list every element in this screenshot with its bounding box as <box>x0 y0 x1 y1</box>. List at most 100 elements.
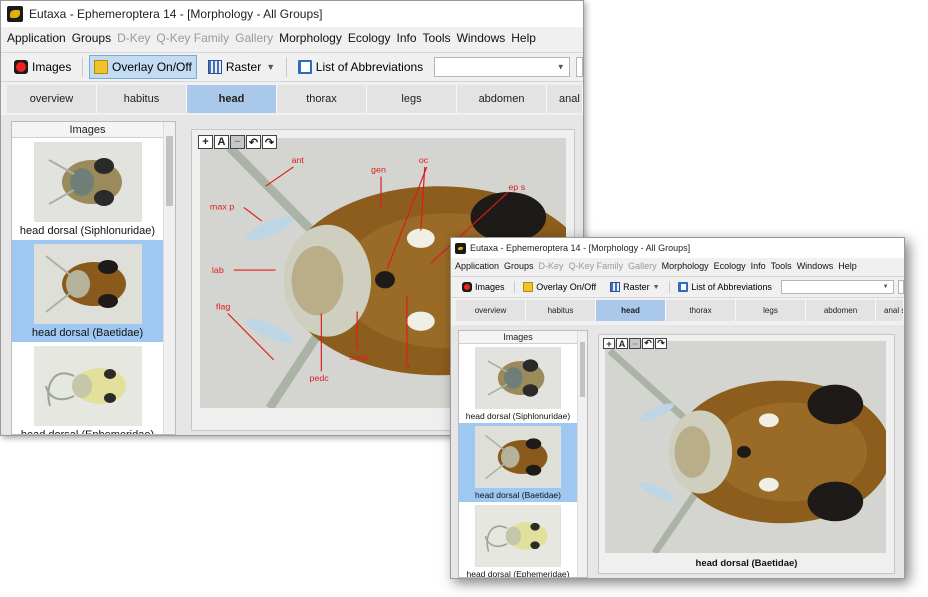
overlay-label-lab: lab <box>212 265 224 275</box>
abbreviations-button[interactable]: List of Abbreviations <box>673 278 777 295</box>
tab-overview[interactable]: overview <box>7 85 97 113</box>
tab-head[interactable]: head <box>187 85 277 113</box>
menu-windows[interactable]: Windows <box>797 261 834 271</box>
toolbar: Images Overlay On/Off Raster ▼ List of A… <box>451 276 904 298</box>
menu-application[interactable]: Application <box>455 261 499 271</box>
zoom-controls: + A − ↶ ↷ <box>198 135 277 149</box>
raster-grid-icon <box>207 59 222 74</box>
scrollbar-thumb[interactable] <box>166 136 173 206</box>
menu-groups[interactable]: Groups <box>72 31 111 45</box>
chevron-down-icon: ▼ <box>266 61 276 72</box>
scrollbar-thumb[interactable] <box>580 342 585 397</box>
head-dorsal-image <box>605 341 886 553</box>
title-bar: Eutaxa - Ephemeroptera 14 - [Morphology … <box>1 1 583 27</box>
chevron-down-icon: ▼ <box>556 62 565 72</box>
image-list-item-label: head dorsal (Baetidae) <box>31 327 144 339</box>
overlay-button-label: Overlay On/Off <box>112 59 192 74</box>
images-button[interactable]: Images <box>9 55 76 79</box>
images-button-label: Images <box>475 282 505 292</box>
raster-grid-icon <box>610 282 621 292</box>
zoom-out-button[interactable]: − <box>230 135 245 149</box>
overlay-label-fr: fr <box>405 362 411 372</box>
menu-info[interactable]: Info <box>751 261 766 271</box>
fit-button[interactable]: A <box>214 135 229 149</box>
menu-application[interactable]: Application <box>7 31 66 45</box>
fit-button[interactable]: A <box>616 338 628 349</box>
app-icon <box>7 6 23 22</box>
abbreviations-button[interactable]: List of Abbreviations <box>293 55 428 79</box>
tab-overview[interactable]: overview <box>456 300 526 321</box>
thumbnail-ephemeridae <box>475 505 561 567</box>
raster-dropdown-button[interactable]: Raster ▼ <box>203 55 280 79</box>
menu-windows[interactable]: Windows <box>457 31 506 45</box>
tab-habitus[interactable]: habitus <box>97 85 187 113</box>
menu-help[interactable]: Help <box>838 261 857 271</box>
content-area: Images head dorsal (Siphlonuridae) head … <box>451 325 904 578</box>
overlay-icon <box>94 59 109 74</box>
tab-thorax[interactable]: thorax <box>277 85 367 113</box>
menu-d-key: D-Key <box>538 261 564 271</box>
tab-thorax[interactable]: thorax <box>666 300 736 321</box>
tab-anal[interactable]: anal s <box>876 300 904 321</box>
zoom-in-button[interactable]: + <box>198 135 213 149</box>
images-scrollbar[interactable] <box>163 122 175 434</box>
toolbar-extra-field[interactable] <box>575 57 583 77</box>
overlay-label-gen: gen <box>371 165 386 175</box>
tab-legs[interactable]: legs <box>367 85 457 113</box>
menu-info[interactable]: Info <box>397 31 417 45</box>
rotate-left-button[interactable]: ↶ <box>246 135 261 149</box>
image-list-item[interactable]: head dorsal (Siphlonuridae) <box>459 344 577 423</box>
overlay-label-oc: oc <box>419 155 429 165</box>
toolbar-extra-field[interactable] <box>897 280 904 294</box>
tab-anal[interactable]: anal s <box>547 85 583 113</box>
window-title: Eutaxa - Ephemeroptera 14 - [Morphology … <box>470 243 691 253</box>
images-scrollbar[interactable] <box>577 331 587 577</box>
menu-help[interactable]: Help <box>511 31 536 45</box>
abbreviations-combo[interactable]: ▼ <box>780 280 894 294</box>
abbreviations-button-label: List of Abbreviations <box>691 282 772 292</box>
image-list-item-selected[interactable]: head dorsal (Baetidae) <box>459 423 577 502</box>
tab-abdomen[interactable]: abdomen <box>806 300 876 321</box>
abbreviations-combo[interactable]: ▼ <box>434 57 570 77</box>
zoom-in-button[interactable]: + <box>603 338 615 349</box>
toolbar-separator <box>286 57 287 77</box>
images-button-label: Images <box>32 59 72 74</box>
overlay-icon <box>523 282 534 292</box>
zoom-out-button[interactable]: − <box>629 338 641 349</box>
menu-bar: Application Groups D-Key Q-Key Family Ga… <box>1 27 583 49</box>
window-title: Eutaxa - Ephemeroptera 14 - [Morphology … <box>29 7 323 21</box>
images-icon <box>14 59 28 74</box>
tab-legs[interactable]: legs <box>736 300 806 321</box>
menu-tools[interactable]: Tools <box>771 261 792 271</box>
menu-morphology[interactable]: Morphology <box>279 31 342 45</box>
rotate-right-button[interactable]: ↷ <box>655 338 667 349</box>
images-icon <box>462 282 472 292</box>
thumbnail-siphlonuridae <box>475 347 561 409</box>
toolbar-separator <box>668 281 670 293</box>
toolbar: Images Overlay On/Off Raster ▼ List of A… <box>1 52 583 82</box>
menu-groups[interactable]: Groups <box>504 261 534 271</box>
menu-morphology[interactable]: Morphology <box>662 261 709 271</box>
chevron-down-icon: ▼ <box>882 284 889 290</box>
image-list-item[interactable]: head dorsal (Siphlonuridae) <box>12 138 163 240</box>
menu-tools[interactable]: Tools <box>423 31 451 45</box>
images-button[interactable]: Images <box>457 278 510 295</box>
images-panel: Images head dorsal (Siphlonuridae) head … <box>11 121 176 435</box>
tab-abdomen[interactable]: abdomen <box>457 85 547 113</box>
overlay-toggle-button[interactable]: Overlay On/Off <box>518 278 601 295</box>
image-list-item[interactable]: head dorsal (Ephemeridae) <box>459 502 577 577</box>
tab-habitus[interactable]: habitus <box>526 300 596 321</box>
menu-q-key-family: Q-Key Family <box>156 31 230 45</box>
menu-ecology[interactable]: Ecology <box>348 31 391 45</box>
menu-ecology[interactable]: Ecology <box>714 261 746 271</box>
overlay-label-flag: flag <box>216 302 231 312</box>
toolbar-separator <box>82 57 84 77</box>
overlay-toggle-button[interactable]: Overlay On/Off <box>89 54 197 80</box>
specimen-photo[interactable] <box>605 341 886 553</box>
rotate-right-button[interactable]: ↷ <box>262 135 277 149</box>
tab-head[interactable]: head <box>596 300 666 321</box>
rotate-left-button[interactable]: ↶ <box>642 338 654 349</box>
raster-dropdown-button[interactable]: Raster ▼ <box>605 278 664 295</box>
image-list-item-selected[interactable]: head dorsal (Baetidae) <box>12 240 163 342</box>
image-list-item[interactable]: head dorsal (Ephemeridae) <box>12 342 163 434</box>
